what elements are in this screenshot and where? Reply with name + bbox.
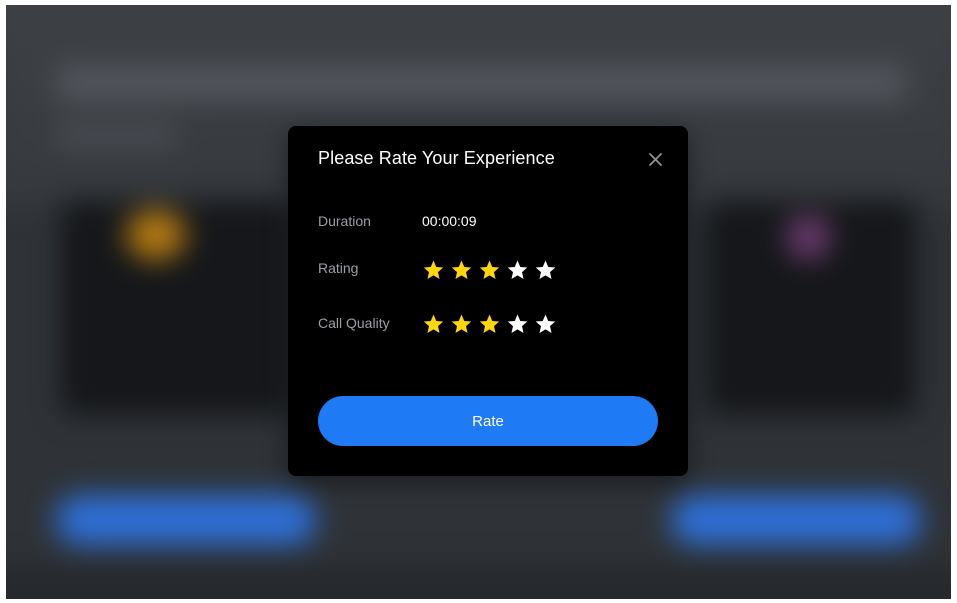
call-quality-label: Call Quality [318, 315, 390, 331]
call-quality-stars[interactable] [422, 313, 557, 335]
star-empty-icon[interactable] [506, 313, 529, 335]
rating-label: Rating [318, 260, 359, 276]
star-filled-icon[interactable] [450, 259, 473, 281]
background-avatar-left [126, 210, 186, 260]
star-filled-icon[interactable] [450, 313, 473, 335]
star-empty-icon[interactable] [534, 259, 557, 281]
dialog-title: Please Rate Your Experience [318, 148, 555, 168]
star-filled-icon[interactable] [478, 313, 501, 335]
close-button[interactable] [646, 150, 666, 170]
background-title-bar [56, 65, 906, 101]
duration-label: Duration [318, 213, 371, 229]
rating-stars[interactable] [422, 259, 557, 281]
star-filled-icon[interactable] [478, 259, 501, 281]
duration-value: 00:00:09 [422, 213, 477, 229]
star-filled-icon[interactable] [422, 313, 445, 335]
background-footer [6, 565, 951, 599]
star-empty-icon[interactable] [534, 313, 557, 335]
background-subtitle [56, 125, 176, 147]
rate-button[interactable]: Rate [318, 396, 658, 446]
background-button-left [56, 495, 316, 545]
close-icon [649, 153, 662, 166]
rate-experience-dialog: Please Rate Your Experience Duration 00:… [288, 126, 688, 476]
star-filled-icon[interactable] [422, 259, 445, 281]
background-button-right [671, 495, 921, 545]
star-empty-icon[interactable] [506, 259, 529, 281]
background-avatar-right [786, 215, 831, 260]
